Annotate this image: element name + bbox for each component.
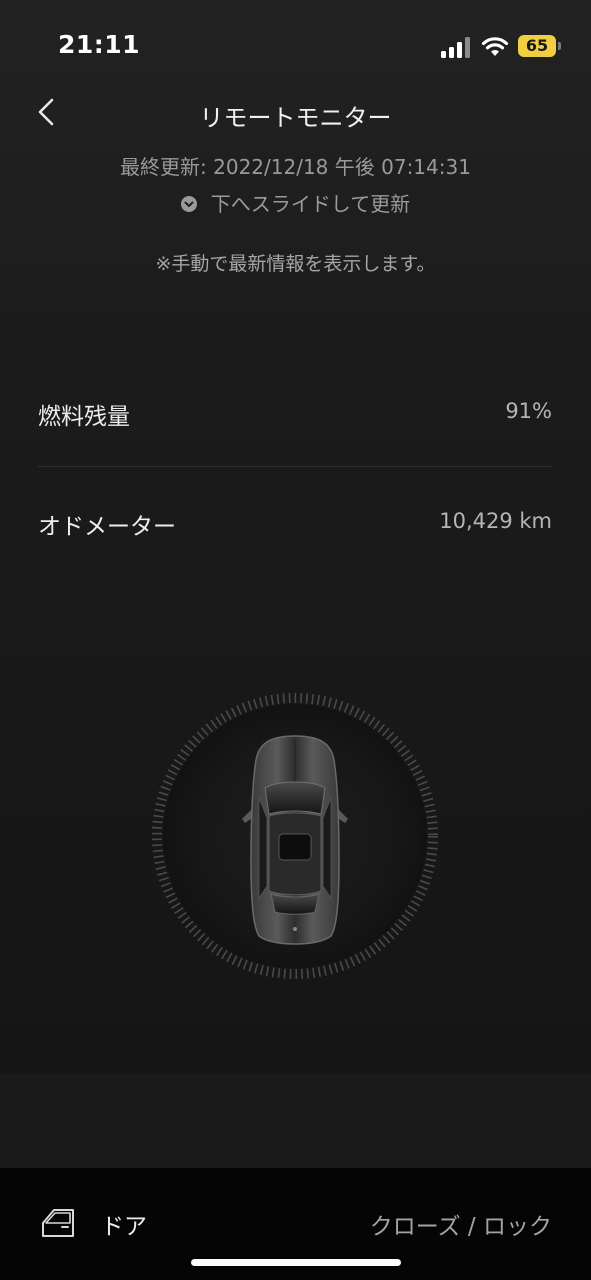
wifi-icon [481,37,509,56]
door-label: ドア [101,1214,147,1240]
door-status-value: クローズ / ロック [369,1214,552,1240]
lower-band [0,1073,591,1168]
signal-icon [441,37,471,58]
car-top-view-icon [152,693,438,979]
car-door-icon [42,1209,74,1237]
status-time: 21:11 [58,30,141,59]
odometer-row: オドメーター 10,429 km [38,493,552,553]
remote-monitor-screen: 21:11 65 リモートモニター 最終更新: 2022/12/18 午後 07… [0,0,591,1280]
fuel-level-value: 91% [505,399,552,423]
fuel-level-label: 燃料残量 [38,404,130,430]
odometer-value: 10,429 km [439,509,552,533]
battery-cap [558,42,561,50]
battery-icon: 65 [518,35,556,57]
row-divider [38,466,552,467]
manual-update-note: ※手動で最新情報を表示します。 [155,253,436,275]
status-bar: 21:11 65 [0,0,591,90]
fuel-level-row: 燃料残量 91% [38,383,552,443]
page-title: リモートモニター [199,104,392,132]
slide-to-refresh-hint[interactable]: 下へスライドして更新 [0,188,591,217]
chevron-down-circle-icon [180,196,197,212]
last-update-text: 最終更新: 2022/12/18 午後 07:14:31 [120,155,471,179]
odometer-label: オドメーター [38,514,176,540]
home-indicator[interactable] [191,1259,401,1266]
slide-hint-label: 下へスライドして更新 [210,192,411,216]
